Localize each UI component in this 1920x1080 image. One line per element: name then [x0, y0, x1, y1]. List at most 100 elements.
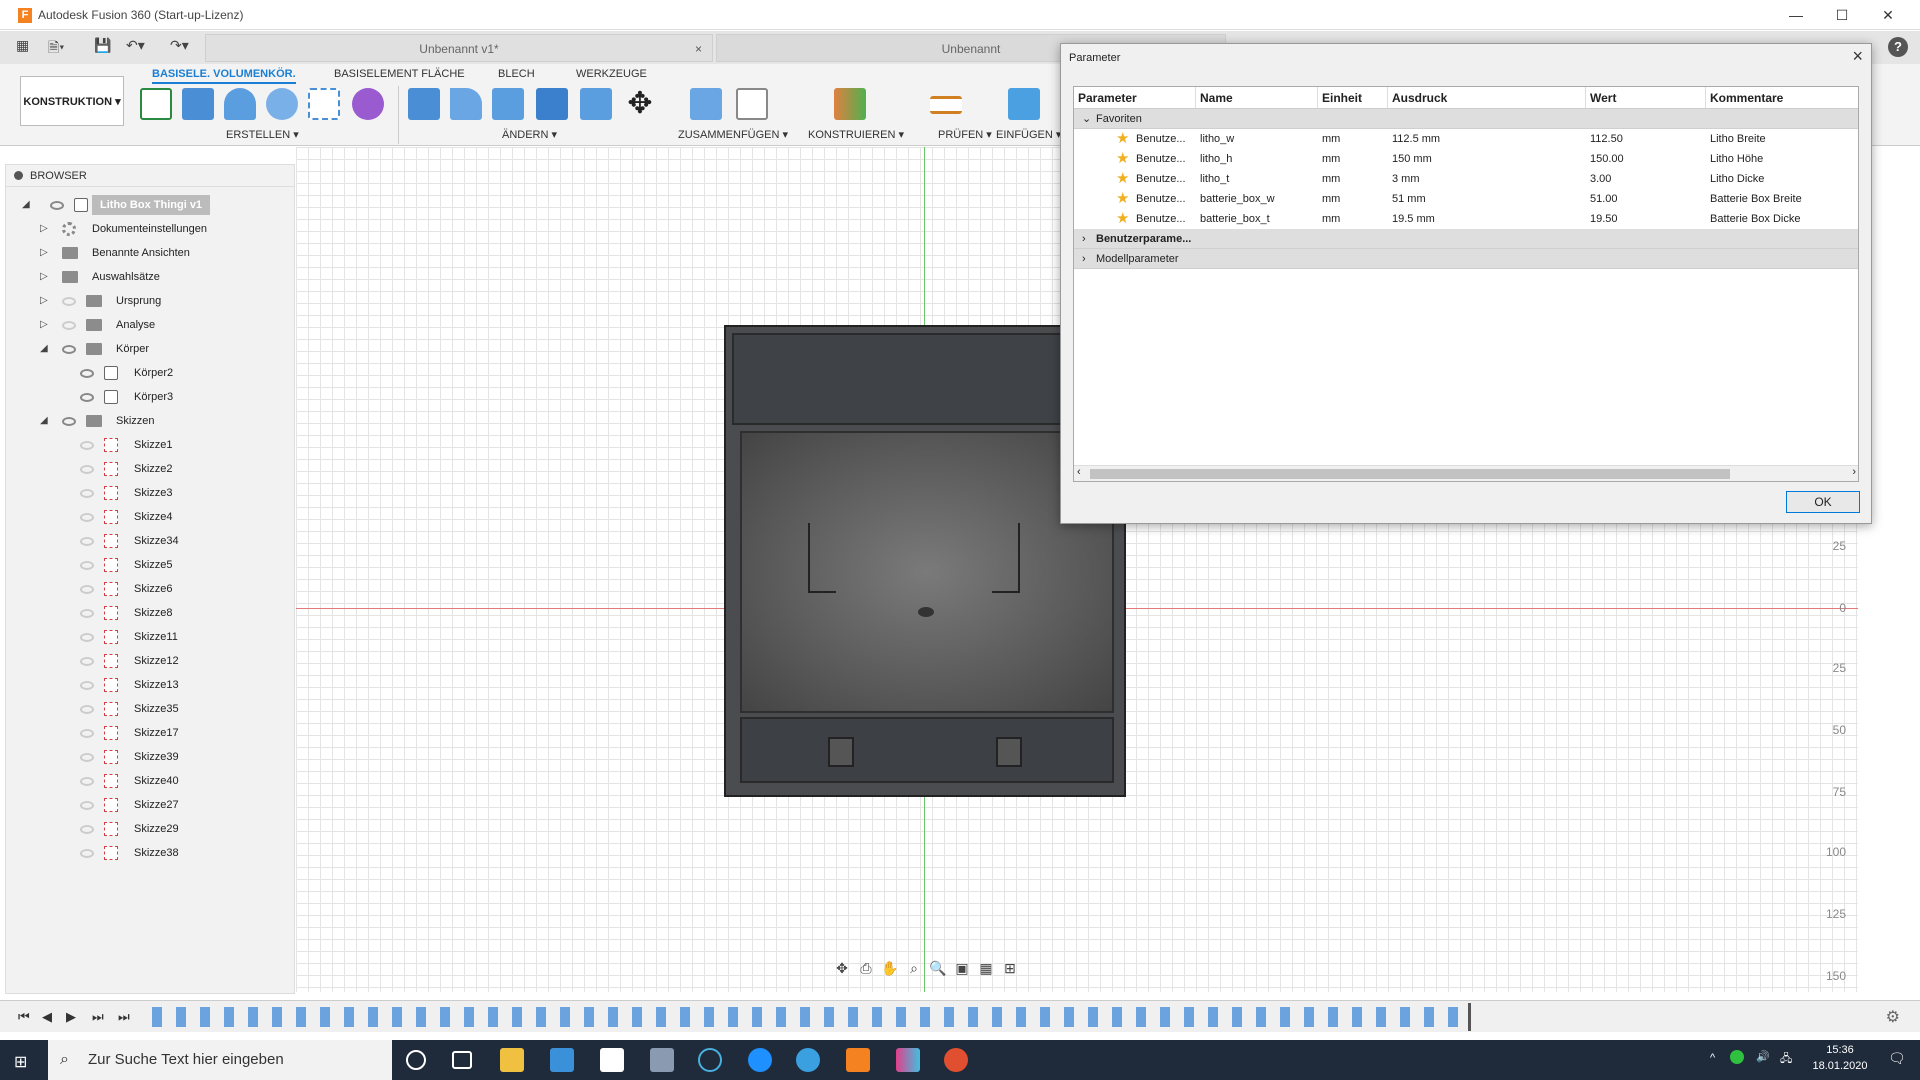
visibility-icon[interactable]	[80, 657, 94, 666]
zoom-icon[interactable]: ⌕	[902, 960, 926, 977]
close-window-button[interactable]: ✕	[1876, 4, 1900, 26]
browser-item-sketches[interactable]: ◢ Skizzen	[6, 411, 296, 431]
visibility-icon[interactable]	[80, 801, 94, 810]
tray-expand-icon[interactable]: ^	[1710, 1052, 1715, 1064]
param-comment[interactable]: Batterie Box Breite	[1706, 189, 1858, 209]
col-comments[interactable]: Kommentare	[1706, 87, 1858, 109]
browser-header[interactable]: BROWSER	[6, 165, 294, 187]
visibility-icon[interactable]	[62, 321, 76, 330]
play-icon[interactable]: ▶	[66, 1009, 76, 1025]
scrollbar-thumb[interactable]	[1090, 469, 1730, 479]
visibility-icon[interactable]	[80, 729, 94, 738]
browser-item-named-views[interactable]: ▷ Benannte Ansichten	[6, 243, 296, 263]
task-view-icon[interactable]	[452, 1051, 472, 1069]
param-row[interactable]: ★ Benutze... litho_h mm 150 mm 150.00 Li…	[1074, 149, 1858, 169]
minimize-button[interactable]: —	[1784, 4, 1808, 26]
param-row[interactable]: ★ Benutze... batterie_box_w mm 51 mm 51.…	[1074, 189, 1858, 209]
param-row[interactable]: ★ Benutze... litho_w mm 112.5 mm 112.50 …	[1074, 129, 1858, 149]
file-explorer-icon[interactable]	[500, 1048, 524, 1072]
ok-button[interactable]: OK	[1786, 491, 1860, 513]
scroll-right-icon[interactable]: ›	[1852, 466, 1856, 478]
favorite-star-icon[interactable]: ★	[1116, 151, 1129, 166]
visibility-icon[interactable]	[80, 393, 94, 402]
construct-plane-icon[interactable]	[834, 88, 866, 120]
horizontal-scrollbar[interactable]: ‹ ›	[1074, 465, 1858, 481]
shell-icon[interactable]	[492, 88, 524, 120]
viewports-icon[interactable]: ⊞	[998, 960, 1022, 977]
browser-item-origin[interactable]: ▷ Ursprung	[6, 291, 296, 311]
browser-item-sketch[interactable]: Skizze6	[6, 579, 296, 599]
close-tab-icon[interactable]: ×	[695, 35, 702, 63]
save-icon[interactable]: 💾	[94, 37, 111, 54]
fusion-taskbar-icon[interactable]	[846, 1048, 870, 1072]
cortana-icon[interactable]	[406, 1050, 426, 1070]
windows-start-icon[interactable]: ⊞	[14, 1052, 27, 1072]
browser-root[interactable]: ◢ Litho Box Thingi v1	[6, 195, 296, 215]
param-expression[interactable]: 19.5 mm	[1388, 209, 1586, 229]
browser-item-sketch[interactable]: Skizze3	[6, 483, 296, 503]
tab-unbenannt-v1[interactable]: Unbenannt v1* ×	[205, 34, 713, 62]
joint-icon[interactable]	[736, 88, 768, 120]
taskbar-search-input[interactable]: ⌕ Zur Suche Text hier eingeben	[48, 1040, 392, 1080]
browser-item-body3[interactable]: Körper3	[6, 387, 296, 407]
maximize-button[interactable]: ☐	[1830, 4, 1854, 26]
expand-icon[interactable]: ▷	[40, 267, 50, 287]
grid-menu-icon[interactable]: ▦	[16, 37, 29, 54]
clock-time[interactable]: 15:36	[1800, 1044, 1880, 1056]
insert-image-icon[interactable]	[1008, 88, 1040, 120]
favorite-star-icon[interactable]: ★	[1116, 171, 1129, 186]
timeline-track[interactable]	[152, 1007, 1472, 1027]
workspace-dropdown[interactable]: KONSTRUKTION ▾	[20, 76, 124, 126]
col-unit[interactable]: Einheit	[1318, 87, 1388, 109]
collapse-icon[interactable]: ⌄	[1078, 109, 1090, 129]
visibility-icon[interactable]	[80, 465, 94, 474]
move-icon[interactable]: ✥	[624, 88, 656, 120]
browser-item-sketch[interactable]: Skizze39	[6, 747, 296, 767]
step-back-icon[interactable]: ◀	[42, 1009, 52, 1025]
fillet-icon[interactable]	[450, 88, 482, 120]
param-comment[interactable]: Litho Dicke	[1706, 169, 1858, 189]
visibility-icon[interactable]	[80, 777, 94, 786]
browser-item-sketch[interactable]: Skizze1	[6, 435, 296, 455]
browser-icon[interactable]	[796, 1048, 820, 1072]
create-group-label[interactable]: ERSTELLEN ▾	[226, 128, 299, 141]
timeline-marker[interactable]	[1468, 1003, 1471, 1031]
expand-icon[interactable]: ›	[1078, 229, 1090, 249]
collapse-icon[interactable]: ◢	[22, 195, 32, 215]
app-icon[interactable]	[944, 1048, 968, 1072]
visibility-icon[interactable]	[80, 537, 94, 546]
param-expression[interactable]: 51 mm	[1388, 189, 1586, 209]
param-comment[interactable]: Litho Breite	[1706, 129, 1858, 149]
app-icon[interactable]	[896, 1048, 920, 1072]
new-component-icon[interactable]	[690, 88, 722, 120]
param-expression[interactable]: 150 mm	[1388, 149, 1586, 169]
visibility-icon[interactable]	[62, 345, 76, 354]
measure-icon[interactable]	[930, 96, 962, 114]
browser-item-sketch[interactable]: Skizze38	[6, 843, 296, 863]
offset-face-icon[interactable]	[580, 88, 612, 120]
col-parameter[interactable]: Parameter	[1074, 87, 1196, 109]
tab-solid[interactable]: BASISELE. VOLUMENKÖR.	[152, 68, 296, 84]
hole-icon[interactable]	[266, 88, 298, 120]
browser-item-sketch[interactable]: Skizze40	[6, 771, 296, 791]
store-icon[interactable]	[550, 1048, 574, 1072]
visibility-icon[interactable]	[80, 849, 94, 858]
browser-item-sketch[interactable]: Skizze13	[6, 675, 296, 695]
clock-date[interactable]: 18.01.2020	[1800, 1060, 1880, 1072]
pattern-icon[interactable]	[308, 88, 340, 120]
step-forward-icon[interactable]: ⏭	[92, 1009, 104, 1025]
timeline-settings-icon[interactable]: ⚙	[1886, 1007, 1900, 1027]
undo-icon[interactable]: ↶▾	[126, 37, 145, 54]
expand-icon[interactable]: ›	[1078, 249, 1090, 269]
network-icon[interactable]: 🖧	[1780, 1050, 1792, 1069]
param-expression[interactable]: 112.5 mm	[1388, 129, 1586, 149]
col-value[interactable]: Wert	[1586, 87, 1706, 109]
visibility-icon[interactable]	[80, 633, 94, 642]
expand-icon[interactable]: ▷	[40, 291, 50, 311]
group-favorites[interactable]: ⌄ Favoriten	[1074, 109, 1858, 129]
visibility-icon[interactable]	[80, 681, 94, 690]
visibility-icon[interactable]	[80, 561, 94, 570]
redo-icon[interactable]: ↷▾	[170, 37, 189, 54]
browser-item-analysis[interactable]: ▷ Analyse	[6, 315, 296, 335]
browser-item-sketch[interactable]: Skizze2	[6, 459, 296, 479]
